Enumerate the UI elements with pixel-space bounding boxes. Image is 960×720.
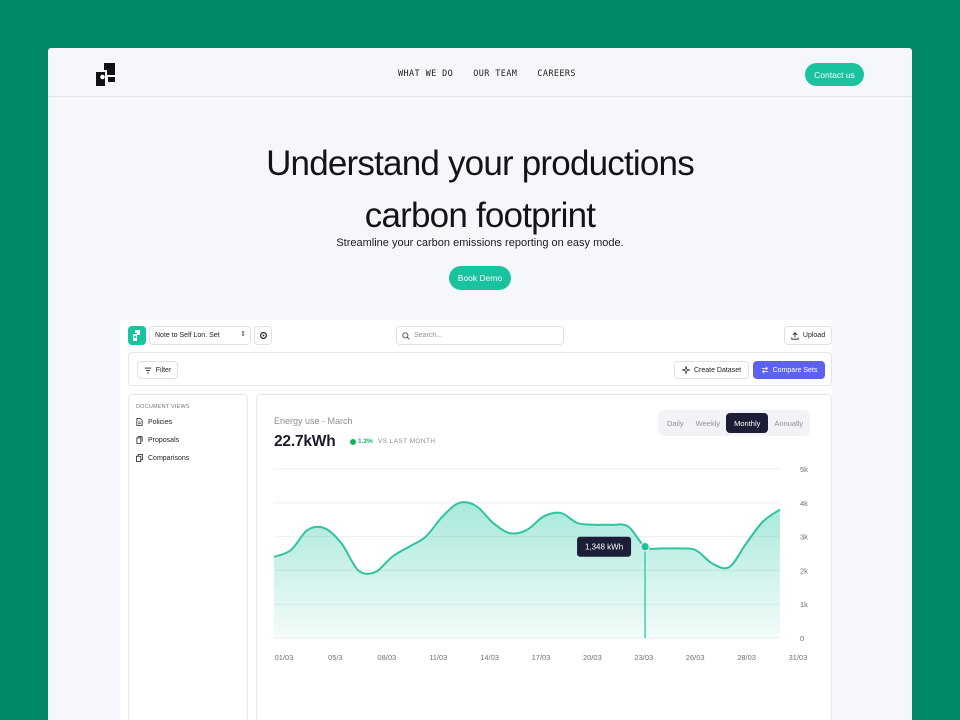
- upload-button[interactable]: Upload: [784, 326, 832, 345]
- search-icon: [402, 331, 410, 340]
- search-input[interactable]: [414, 332, 554, 339]
- brand-logo-icon[interactable]: [96, 63, 115, 86]
- hero-title: Understand your productions carbon footp…: [48, 138, 912, 242]
- nav-link-our-team[interactable]: OUR TEAM: [473, 69, 517, 79]
- settings-button[interactable]: [254, 326, 272, 345]
- gear-icon: [259, 332, 267, 339]
- documents-icon: [136, 436, 143, 444]
- dataset-select[interactable]: Note to Self Lon. Set ⇕: [149, 326, 251, 345]
- filter-icon: [144, 367, 151, 373]
- sparkle-icon: [681, 366, 690, 374]
- x-tick-label: 08/03: [377, 653, 396, 662]
- x-tick-label: 20/03: [583, 653, 602, 662]
- upload-icon: [791, 331, 799, 340]
- sidebar-item-label: Proposals: [148, 436, 180, 444]
- chevron-updown-icon: ⇕: [240, 331, 246, 338]
- contact-us-button[interactable]: Contact us: [805, 63, 864, 86]
- sidebar-item-label: Comparisons: [148, 454, 190, 462]
- x-tick-label: 14/03: [480, 653, 499, 662]
- x-tick-label: 26/03: [686, 653, 705, 662]
- document-icon: [136, 418, 143, 426]
- series-area: [274, 502, 780, 638]
- x-tick-label: 23/03: [634, 653, 653, 662]
- swap-arrows-icon: [761, 366, 768, 374]
- top-navigation: WHAT WE DO OUR TEAM CAREERS Contact us: [48, 48, 912, 97]
- dataset-select-value: Note to Self Lon. Set: [155, 332, 220, 339]
- book-demo-button[interactable]: Book Demo: [449, 266, 511, 290]
- x-tick-label: 28/03: [737, 653, 756, 662]
- x-tick-label: 01/03: [275, 653, 294, 662]
- nav-link-careers[interactable]: CAREERS: [537, 69, 576, 79]
- dashboard-preview: Note to Self Lon. Set ⇕ Upload: [120, 320, 832, 720]
- hero-title-line-2: carbon footprint: [364, 196, 596, 235]
- nav-links: WHAT WE DO OUR TEAM CAREERS: [398, 69, 576, 79]
- nav-link-what-we-do[interactable]: WHAT WE DO: [398, 69, 453, 79]
- tooltip-label: 1,348 kWh: [585, 543, 623, 552]
- energy-area-chart: 0 1k 2k 3k 4k 5k 1,348 kWh 01/03 05/3 08/03 11/03 1…: [273, 465, 808, 662]
- energy-chart-card: Energy use - March 22.7kWh 1.3% VS LAST …: [256, 394, 832, 720]
- y-tick-label: 3k: [800, 533, 808, 542]
- y-tick-label: 0: [800, 634, 804, 643]
- y-tick-label: 2k: [800, 566, 808, 575]
- compare-sets-label: Compare Sets: [772, 366, 818, 374]
- highlight-point[interactable]: [640, 542, 650, 552]
- create-dataset-button[interactable]: Create Dataset: [674, 361, 749, 379]
- hero-subtitle: Streamline your carbon emissions reporti…: [336, 237, 624, 249]
- sidebar-item-comparisons[interactable]: Comparisons: [136, 454, 189, 462]
- copy-icon: [136, 454, 143, 462]
- x-tick-label: 11/03: [429, 653, 447, 662]
- y-tick-label: 1k: [800, 600, 808, 609]
- document-views-sidebar: DOCUMENT VIEWS Policies Proposals Compar…: [128, 394, 248, 720]
- y-tick-label: 5k: [800, 465, 808, 474]
- upload-label: Upload: [802, 332, 826, 339]
- landing-page: WHAT WE DO OUR TEAM CAREERS Contact us U…: [48, 48, 912, 720]
- x-tick-label: 05/3: [328, 653, 343, 662]
- hero-title-line-1: Understand your productions: [266, 144, 695, 183]
- sidebar-heading: DOCUMENT VIEWS: [136, 404, 190, 410]
- app-logo-icon: [128, 326, 146, 345]
- filter-button[interactable]: Filter: [137, 361, 178, 379]
- filter-label: Filter: [155, 366, 172, 374]
- search-bar: [396, 326, 564, 345]
- x-tick-label: 31/03: [789, 653, 808, 662]
- dataset-toolbar: Filter Create Dataset Compare Sets: [128, 352, 832, 386]
- compare-sets-button[interactable]: Compare Sets: [753, 361, 825, 379]
- x-tick-label: 17/03: [532, 653, 551, 662]
- sidebar-item-proposals[interactable]: Proposals: [136, 436, 179, 444]
- sidebar-item-label: Policies: [148, 418, 173, 426]
- y-tick-label: 4k: [800, 499, 808, 508]
- sidebar-item-policies[interactable]: Policies: [136, 418, 172, 426]
- create-dataset-label: Create Dataset: [693, 366, 742, 374]
